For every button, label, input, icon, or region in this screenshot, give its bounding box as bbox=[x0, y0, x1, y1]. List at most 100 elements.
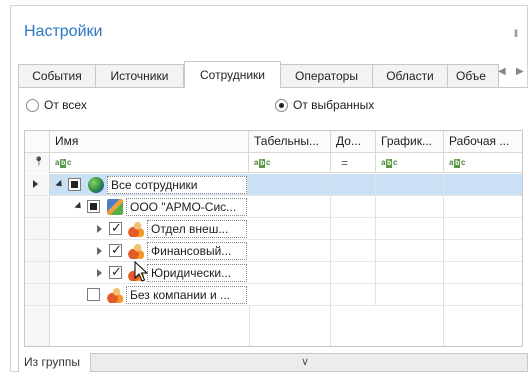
mouse-cursor-icon bbox=[134, 261, 149, 282]
tab-content: От всех От выбранных Имя Табельны... До.… bbox=[18, 87, 528, 372]
source-filter: От всех От выбранных bbox=[26, 98, 526, 116]
tab-employees[interactable]: Сотрудники bbox=[184, 61, 281, 88]
text-filter-icon: abc bbox=[55, 158, 71, 168]
node-label: Отдел внеш... bbox=[147, 220, 247, 238]
radio-circle bbox=[26, 98, 39, 112]
grid-empty-area bbox=[249, 306, 331, 346]
people-icon bbox=[107, 287, 123, 303]
row-indicator bbox=[25, 218, 50, 239]
grid-cell bbox=[331, 284, 376, 305]
column-header-position[interactable]: До... bbox=[331, 131, 376, 153]
grid-cell bbox=[249, 196, 331, 217]
expand-icon[interactable] bbox=[97, 269, 102, 277]
row-checkbox[interactable] bbox=[68, 178, 81, 191]
filter-cell-tab-number[interactable]: abc bbox=[249, 153, 331, 173]
settings-panel: Настройки ‖ События Источники Сотрудники… bbox=[10, 5, 528, 372]
grid-cell bbox=[249, 174, 331, 195]
people-icon bbox=[128, 221, 144, 237]
filter-indicator: 📍︎ bbox=[25, 153, 50, 173]
group-select[interactable]: ∨ bbox=[90, 353, 528, 372]
text-filter-icon: abc bbox=[449, 158, 465, 168]
grid-cell bbox=[249, 262, 331, 283]
row-indicator bbox=[25, 196, 50, 217]
grid-cell bbox=[249, 240, 331, 261]
pin-icon[interactable]: ‖ bbox=[514, 29, 518, 40]
grid-cell bbox=[376, 262, 444, 283]
equals-icon: = bbox=[341, 156, 349, 170]
column-header-tab-number[interactable]: Табельны... bbox=[249, 131, 331, 153]
grid-cell bbox=[376, 284, 444, 305]
filter-cell-name[interactable]: abc bbox=[50, 153, 249, 173]
row-indicator bbox=[25, 262, 50, 283]
tree-row-department[interactable]: Финансовый... bbox=[25, 240, 522, 262]
radio-label: От выбранных bbox=[293, 98, 375, 112]
radio-label: От всех bbox=[44, 98, 87, 112]
tree-row-no-company[interactable]: Без компании и ... bbox=[25, 284, 522, 306]
filter-cell-position[interactable]: = bbox=[331, 153, 376, 173]
text-filter-icon: abc bbox=[254, 158, 270, 168]
page-title: Настройки bbox=[24, 23, 103, 40]
collapse-icon[interactable] bbox=[74, 201, 84, 212]
filter-cell-workplace[interactable]: abc bbox=[444, 153, 522, 173]
tab-operators[interactable]: Операторы bbox=[280, 64, 373, 88]
grid-cell bbox=[331, 262, 376, 283]
column-header-name[interactable]: Имя bbox=[50, 131, 249, 153]
node-label: ООО "АРМО-Сис... bbox=[126, 198, 247, 216]
node-label: Финансовый... bbox=[147, 242, 247, 260]
grid-cell bbox=[331, 196, 376, 217]
row-checkbox[interactable] bbox=[87, 288, 100, 301]
expand-icon[interactable] bbox=[97, 225, 102, 233]
grid-empty-area bbox=[376, 306, 444, 346]
filter-cell-schedule[interactable]: abc bbox=[376, 153, 444, 173]
column-header-schedule[interactable]: График... bbox=[376, 131, 444, 153]
row-checkbox[interactable] bbox=[87, 200, 100, 213]
grid-cell bbox=[331, 240, 376, 261]
tab-objects[interactable]: Объе bbox=[447, 64, 499, 88]
organization-icon bbox=[107, 199, 123, 215]
grid-cell bbox=[331, 174, 376, 195]
column-header-workplace[interactable]: Рабочая ... bbox=[444, 131, 522, 153]
node-label: Без компании и ... bbox=[126, 286, 247, 304]
tab-areas[interactable]: Области bbox=[372, 64, 448, 88]
grid-cell bbox=[249, 218, 331, 239]
node-label: Все сотрудники bbox=[107, 176, 247, 194]
chevron-down-icon: ∨ bbox=[301, 356, 310, 368]
row-checkbox[interactable] bbox=[109, 220, 122, 236]
tree-row-organization[interactable]: ООО "АРМО-Сис... bbox=[25, 196, 522, 218]
group-filter-row: Из группы ∨ bbox=[19, 352, 528, 372]
node-label: Юридически... bbox=[147, 264, 247, 282]
expand-icon[interactable] bbox=[97, 247, 102, 255]
globe-icon bbox=[88, 177, 104, 193]
group-filter-label: Из группы bbox=[24, 355, 80, 369]
people-icon bbox=[128, 243, 144, 259]
radio-circle bbox=[275, 98, 288, 112]
grid-cell bbox=[376, 240, 444, 261]
row-indicator-empty bbox=[25, 306, 50, 346]
grid-cell bbox=[249, 284, 331, 305]
tab-events[interactable]: События bbox=[18, 64, 96, 88]
scroll-left-icon[interactable]: ◀ bbox=[498, 66, 506, 77]
scroll-right-icon[interactable]: ▶ bbox=[516, 66, 524, 77]
row-indicator bbox=[25, 240, 50, 261]
grid-cell bbox=[376, 218, 444, 239]
tree-row-department[interactable]: Отдел внеш... bbox=[25, 218, 522, 240]
filter-row: 📍︎ abc abc = abc abc bbox=[25, 153, 522, 173]
tree-row-all-employees[interactable]: Все сотрудники bbox=[25, 174, 522, 196]
radio-from-selected[interactable]: От выбранных bbox=[275, 98, 374, 112]
header-indicator bbox=[25, 131, 50, 153]
grid-cell bbox=[331, 218, 376, 239]
tab-strip: События Источники Сотрудники Операторы О… bbox=[18, 61, 528, 88]
grid-cell bbox=[376, 174, 444, 195]
text-filter-icon: abc bbox=[381, 158, 397, 168]
row-checkbox[interactable] bbox=[109, 242, 122, 258]
collapse-icon[interactable] bbox=[55, 179, 65, 190]
tab-sources[interactable]: Источники bbox=[95, 64, 184, 88]
employees-tree-grid[interactable]: Имя Табельны... До... График... Рабочая … bbox=[24, 130, 523, 347]
row-indicator bbox=[25, 284, 50, 305]
grid-header: Имя Табельны... До... График... Рабочая … bbox=[25, 131, 522, 153]
tree-row-department[interactable]: Юридически... bbox=[25, 262, 522, 284]
row-checkbox[interactable] bbox=[109, 264, 122, 280]
grid-cell bbox=[376, 196, 444, 217]
current-row-icon bbox=[33, 180, 38, 188]
radio-from-all[interactable]: От всех bbox=[26, 98, 87, 112]
